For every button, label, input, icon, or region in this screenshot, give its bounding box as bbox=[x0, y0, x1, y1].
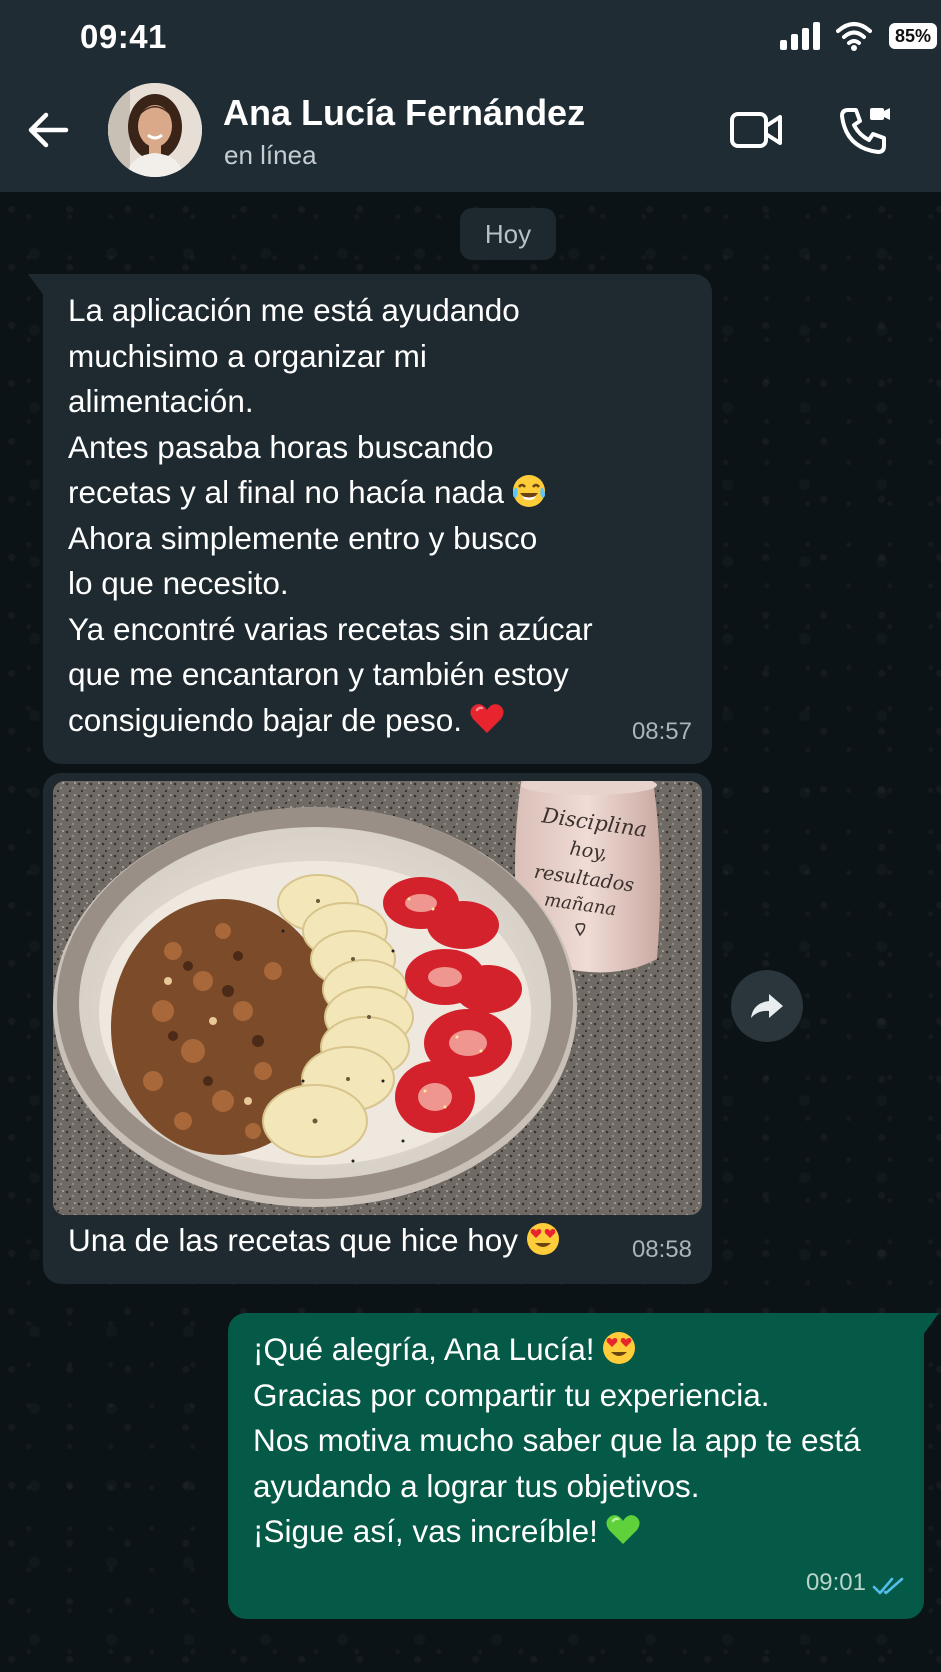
contact-status: en línea bbox=[224, 140, 317, 170]
message-line-text: ¡Qué alegría, Ana Lucía! bbox=[253, 1331, 595, 1367]
message-line: que me encantaron y también estoy bbox=[68, 656, 569, 692]
message-time: 08:57 bbox=[631, 718, 692, 745]
double-check-read-icon bbox=[872, 1577, 904, 1595]
tears-of-joy-emoji bbox=[513, 475, 546, 507]
contact-avatar[interactable] bbox=[108, 83, 202, 177]
heart-eyes-emoji bbox=[603, 1332, 636, 1364]
date-chip: Hoy bbox=[460, 208, 556, 260]
incoming-message-bubble[interactable]: La aplicación me está ayudando muchisimo… bbox=[28, 274, 712, 764]
message-line: alimentación. bbox=[68, 383, 254, 419]
bubble-tail bbox=[28, 274, 44, 296]
message-line-text: ¡Sigue así, vas increíble! bbox=[253, 1513, 598, 1549]
back-arrow-icon[interactable] bbox=[22, 104, 74, 156]
message-line: ayudando a lograr tus objetivos. bbox=[253, 1467, 700, 1504]
message-line-with-emoji: recetas y al final no hacía nada bbox=[68, 470, 692, 516]
message-line: muchisimo a organizar mi bbox=[68, 337, 427, 374]
recipe-photo[interactable]: Disciplina hoy, resultados mañana bbox=[53, 781, 702, 1215]
heart-eyes-emoji bbox=[527, 1223, 560, 1255]
image-caption: Una de las recetas que hice hoy bbox=[68, 1218, 562, 1264]
forward-button[interactable] bbox=[731, 970, 803, 1042]
message-line-text: consiguiendo bajar de peso. bbox=[68, 701, 463, 738]
message-line: Gracias por compartir tu experiencia. bbox=[253, 1376, 770, 1413]
bubble-tail bbox=[923, 1313, 939, 1335]
contact-name[interactable]: Ana Lucía Fernández bbox=[223, 92, 585, 134]
message-time: 08:58 bbox=[631, 1236, 692, 1263]
red-heart-emoji bbox=[470, 703, 504, 733]
message-line: lo que necesito. bbox=[68, 565, 289, 601]
chat-header: Ana Lucía Fernández en línea bbox=[0, 78, 941, 192]
message-line-text: recetas y al final no hacía nada bbox=[68, 474, 505, 510]
incoming-image-message[interactable]: Disciplina hoy, resultados mañana Una de… bbox=[43, 773, 712, 1284]
message-line-with-emoji: consiguiendo bajar de peso. bbox=[68, 698, 692, 744]
video-call-icon[interactable] bbox=[726, 102, 786, 158]
outgoing-message-bubble[interactable]: ¡Qué alegría, Ana Lucía! Gracias por com… bbox=[228, 1313, 939, 1619]
message-line: Nos motiva mucho saber que la app te est… bbox=[253, 1422, 861, 1458]
green-heart-emoji bbox=[606, 1515, 640, 1544]
forward-arrow-icon bbox=[751, 994, 783, 1018]
message-line-with-emoji: ¡Qué alegría, Ana Lucía! bbox=[253, 1327, 904, 1373]
message-line: Ya encontré varias recetas sin azúcar bbox=[68, 610, 593, 647]
battery-indicator: 85% bbox=[889, 23, 937, 49]
message-line: La aplicación me está ayudando bbox=[68, 292, 520, 328]
status-bar: 09:41 85% bbox=[0, 0, 941, 78]
status-time: 09:41 bbox=[80, 18, 167, 55]
message-line: Antes pasaba horas buscando bbox=[68, 428, 494, 465]
message-line: Ahora simplemente entro y busco bbox=[68, 519, 538, 556]
voice-call-icon[interactable] bbox=[836, 102, 892, 158]
signal-icon bbox=[780, 22, 822, 50]
message-line-with-emoji: ¡Sigue así, vas increíble! bbox=[253, 1509, 904, 1555]
caption-text: Una de las recetas que hice hoy bbox=[68, 1222, 519, 1258]
message-time: 09:01 bbox=[805, 1569, 866, 1596]
wifi-icon bbox=[836, 22, 872, 51]
